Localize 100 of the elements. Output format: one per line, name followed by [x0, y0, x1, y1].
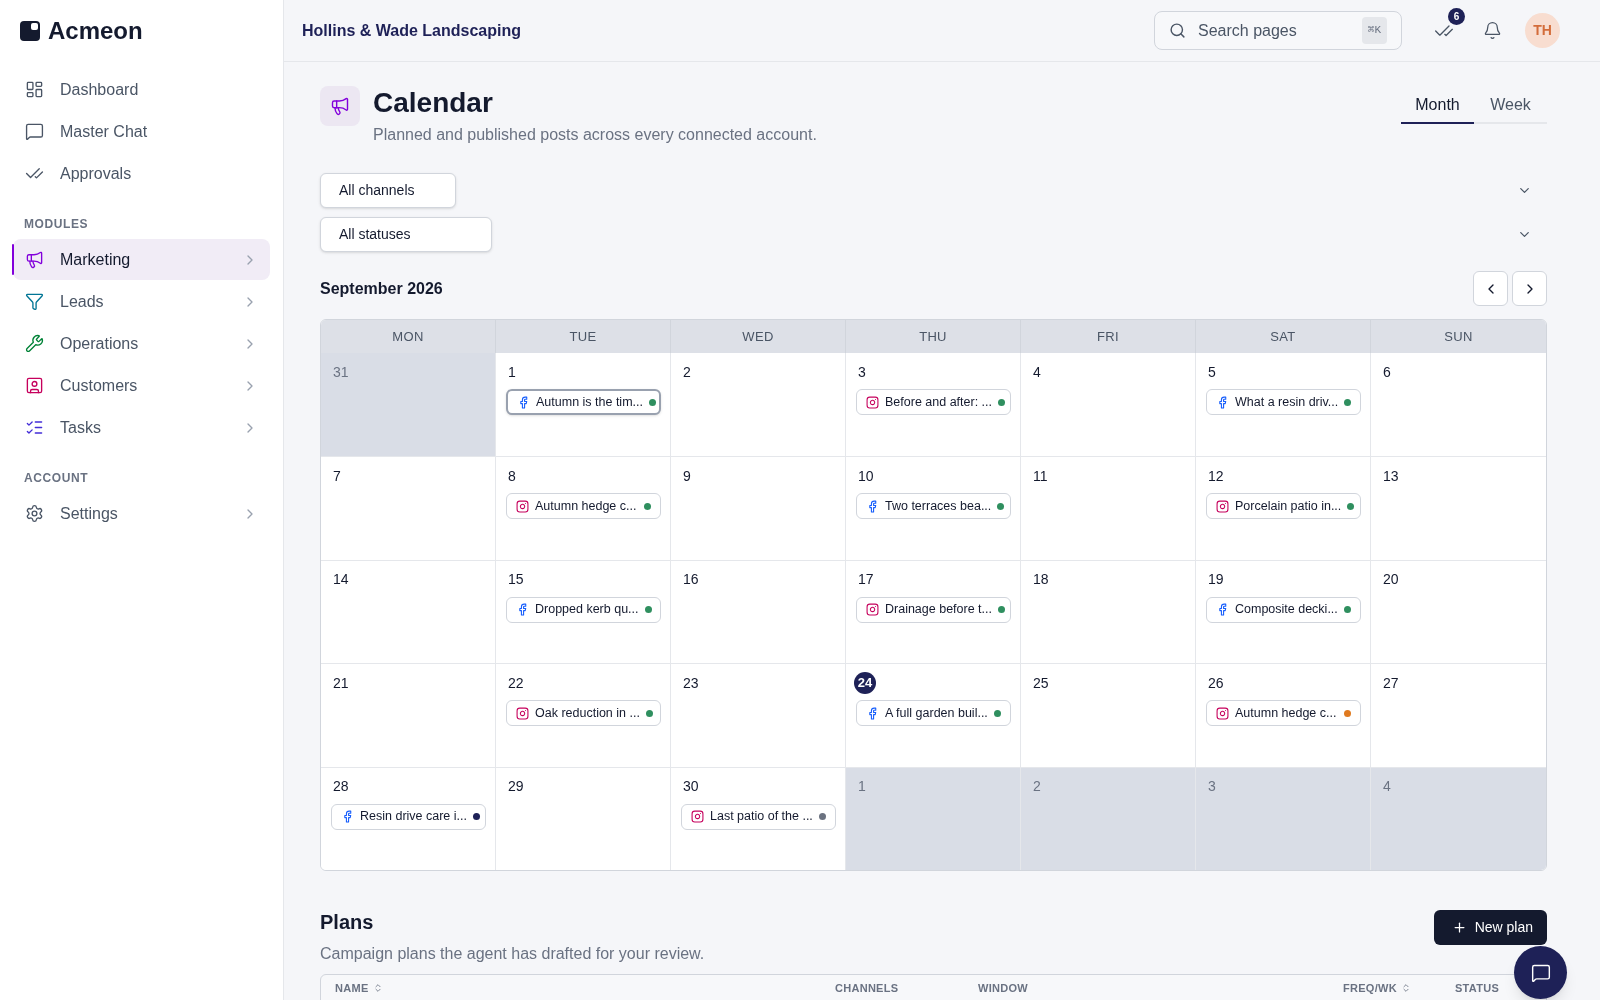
search-input[interactable]: Search pages	[1198, 18, 1350, 43]
post-chip[interactable]: Oak reduction in ...	[506, 700, 661, 727]
section-title: Plans	[320, 909, 375, 935]
filter-select[interactable]: All statuses	[320, 217, 492, 252]
column-header[interactable]: FREQ/WK	[1343, 979, 1411, 997]
day-cell[interactable]: 4	[1371, 766, 1546, 870]
day-number: 27	[1382, 673, 1400, 693]
wrench-icon	[25, 334, 44, 353]
day-number: 4	[1382, 777, 1392, 797]
day-cell[interactable]: 9	[671, 456, 846, 560]
post-chip[interactable]: Before and after: ...	[856, 389, 1011, 415]
day-cell[interactable]: 21	[321, 663, 496, 767]
sidebar-item[interactable]: Approvals	[13, 153, 270, 194]
day-cell[interactable]: 30 Last patio of the ...	[671, 766, 846, 870]
post-chip[interactable]: Last patio of the ...	[681, 803, 836, 830]
view-tab[interactable]: Month	[1401, 88, 1474, 124]
dashboard-icon	[25, 80, 44, 99]
day-number: 8	[507, 466, 517, 486]
column-header[interactable]: CHANNELS	[835, 979, 899, 997]
day-cell[interactable]: 28 Resin drive care i...	[321, 766, 496, 870]
section-heading: ACCOUNT	[23, 470, 90, 487]
day-cell[interactable]: 10 Two terraces bea...	[846, 456, 1021, 560]
day-number: 23	[682, 673, 700, 693]
day-cell[interactable]: 23	[671, 663, 846, 767]
post-chip[interactable]: Autumn hedge c...	[506, 493, 661, 520]
search-box[interactable]: Search pages ⌘K	[1154, 11, 1402, 50]
day-number: 30	[682, 777, 700, 797]
day-cell[interactable]: 29	[496, 766, 671, 870]
sort-icon	[1400, 983, 1411, 994]
day-cell[interactable]: 17 Drainage before t...	[846, 559, 1021, 664]
day-cell[interactable]: 22 Oak reduction in ...	[496, 663, 671, 767]
post-chip[interactable]: Composite decki...	[1206, 596, 1361, 623]
plus-icon	[1451, 919, 1467, 935]
sidebar-item[interactable]: Marketing	[13, 239, 270, 280]
bell-icon	[1482, 21, 1502, 40]
post-chip[interactable]: Autumn is the tim...	[506, 389, 661, 415]
weekday-header: THU	[846, 320, 1021, 353]
day-number: 29	[507, 777, 525, 797]
chat-button[interactable]	[1514, 946, 1567, 999]
facebook-icon	[866, 706, 879, 720]
post-chip[interactable]: A full garden buil...	[856, 700, 1011, 727]
weekday-header: SUN	[1371, 320, 1546, 353]
day-cell[interactable]: 26 Autumn hedge c...	[1196, 663, 1371, 767]
day-cell[interactable]: 3	[1196, 766, 1371, 870]
new-plan-button[interactable]: New plan	[1433, 909, 1547, 945]
day-number: 25	[1032, 673, 1050, 693]
day-number: 12	[1207, 466, 1225, 486]
day-cell[interactable]: 24 A full garden buil...	[846, 663, 1021, 767]
sidebar-item[interactable]: Dashboard	[13, 69, 270, 110]
day-number: 17	[857, 570, 875, 590]
day-cell[interactable]: 2	[1021, 766, 1196, 870]
settings-icon	[25, 504, 44, 523]
day-number: 9	[682, 466, 692, 486]
day-cell[interactable]: 7	[321, 456, 496, 560]
day-cell[interactable]: 16	[671, 559, 846, 664]
day-cell[interactable]: 25	[1021, 663, 1196, 767]
day-number: 6	[1382, 362, 1392, 382]
day-cell[interactable]: 15 Dropped kerb qu...	[496, 559, 671, 664]
post-chip[interactable]: What a resin driv...	[1206, 389, 1361, 415]
instagram-icon	[516, 499, 529, 513]
brand-name: Acmeon	[48, 16, 143, 46]
day-cell[interactable]: 1	[846, 766, 1021, 870]
post-chip[interactable]: Resin drive care i...	[331, 803, 486, 830]
previous-month-button[interactable]	[1473, 271, 1508, 306]
day-cell[interactable]: 31	[321, 353, 496, 457]
day-cell[interactable]: 8 Autumn hedge c...	[496, 456, 671, 560]
facebook-icon	[1216, 395, 1229, 409]
filter-select[interactable]: All channels	[320, 173, 456, 208]
day-number: 18	[1032, 570, 1050, 590]
sidebar-item[interactable]: Master Chat	[13, 111, 270, 152]
column-header[interactable]: STATUS	[1455, 979, 1500, 997]
weekday-header: TUE	[496, 320, 671, 353]
day-cell[interactable]: 14	[321, 559, 496, 664]
weekday-header: FRI	[1021, 320, 1196, 353]
day-number: 5	[1207, 362, 1217, 382]
column-header[interactable]: NAME	[335, 979, 383, 997]
day-number: 19	[1207, 570, 1225, 590]
day-cell[interactable]: 11	[1021, 456, 1196, 560]
day-cell[interactable]: 12 Porcelain patio in...	[1196, 456, 1371, 560]
view-tab[interactable]: Week	[1474, 88, 1547, 124]
day-cell[interactable]: 19 Composite decki...	[1196, 559, 1371, 664]
weekday-header: MON	[321, 320, 496, 353]
instagram-icon	[866, 395, 879, 409]
sidebar-item[interactable]: Operations	[13, 323, 270, 364]
day-number: 7	[332, 466, 342, 486]
sidebar-item[interactable]: Customers	[13, 365, 270, 406]
post-chip[interactable]: Porcelain patio in...	[1206, 493, 1361, 520]
post-chip[interactable]: Two terraces bea...	[856, 493, 1011, 520]
post-chip[interactable]: Dropped kerb qu...	[506, 596, 661, 623]
contact-card-icon	[25, 376, 44, 395]
column-header[interactable]: WINDOW	[978, 979, 1028, 997]
day-number: 28	[332, 777, 350, 797]
sidebar-item[interactable]: Tasks	[13, 407, 270, 448]
post-chip[interactable]: Autumn hedge c...	[1206, 700, 1361, 727]
day-cell[interactable]: 18	[1021, 559, 1196, 664]
sidebar-item[interactable]: Settings	[13, 493, 270, 534]
count-badge: 6	[1448, 7, 1465, 25]
post-chip[interactable]: Drainage before t...	[856, 596, 1011, 623]
funnel-icon	[25, 292, 44, 311]
sidebar-item[interactable]: Leads	[13, 281, 270, 322]
